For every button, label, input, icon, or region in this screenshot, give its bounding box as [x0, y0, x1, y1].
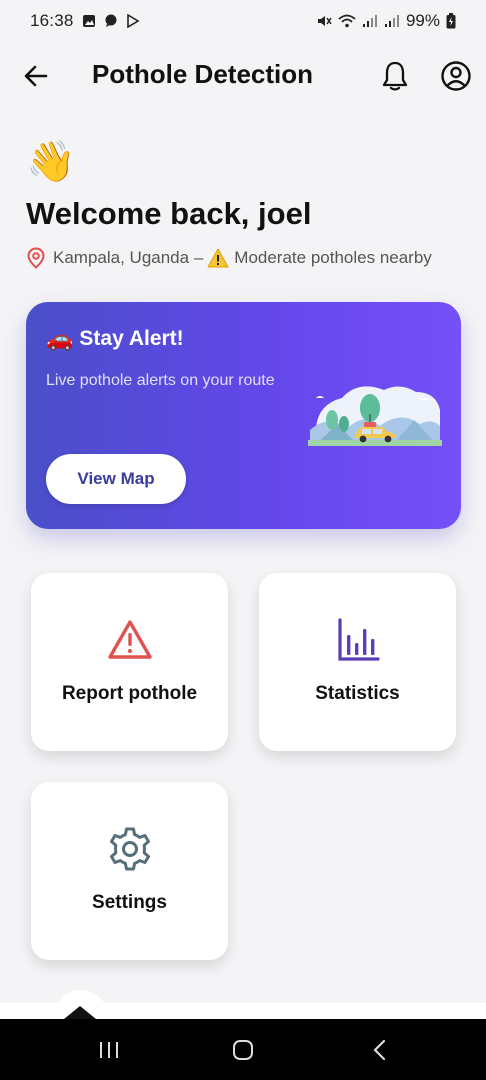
play-store-icon: [126, 14, 140, 28]
battery-icon: [446, 13, 456, 29]
back-arrow-icon[interactable]: [22, 62, 50, 90]
warning-icon: [107, 620, 152, 659]
settings-label: Settings: [92, 892, 167, 913]
location-row: Kampala, Uganda – Moderate potholes near…: [26, 247, 432, 269]
chevron-up-icon[interactable]: [64, 1006, 96, 1019]
status-time: 16:38: [30, 11, 74, 30]
statistics-label: Statistics: [315, 683, 400, 704]
location-text: Kampala, Uganda –: [53, 248, 204, 267]
gallery-icon: [82, 15, 95, 27]
signal-icon-2: [384, 15, 399, 27]
app-bar: Pothole Detection: [0, 42, 486, 110]
chat-icon: [105, 14, 117, 27]
gear-icon: [109, 827, 150, 871]
notification-bell-icon[interactable]: [380, 60, 410, 92]
mute-icon: [317, 16, 332, 26]
banner-subtitle: Live pothole alerts on your route: [46, 372, 275, 389]
statistics-card[interactable]: Statistics: [259, 573, 456, 751]
view-map-button[interactable]: View Map: [46, 454, 186, 504]
status-bar: 16:38 99%: [0, 0, 486, 42]
signal-icon: [362, 15, 377, 27]
battery-percent: 99%: [405, 11, 440, 30]
account-icon[interactable]: [440, 60, 472, 92]
wifi-icon: [338, 14, 356, 28]
page-title: Pothole Detection: [92, 59, 314, 89]
banner-title-row: 🚗 Stay Alert!: [46, 326, 184, 352]
home-content: 👋 Welcome back, joel Kampala, Uganda – M…: [0, 110, 486, 1005]
pothole-alert-text: Moderate potholes nearby: [234, 248, 432, 267]
report-pothole-card[interactable]: Report pothole: [31, 573, 228, 751]
warning-emoji-icon: [207, 248, 229, 268]
welcome-heading: Welcome back, joel: [26, 196, 312, 231]
recent-apps-icon[interactable]: [96, 1037, 122, 1063]
settings-card[interactable]: Settings: [31, 782, 228, 960]
stay-alert-banner: 🚗 Stay Alert! Live pothole alerts on you…: [26, 302, 461, 529]
system-navigation-bar: [0, 1019, 486, 1080]
banner-title: Stay Alert!: [79, 327, 184, 350]
back-icon[interactable]: [368, 1037, 394, 1063]
bar-chart-icon: [337, 618, 380, 661]
location-pin-icon: [27, 247, 45, 269]
waving-hand-emoji: 👋: [26, 140, 76, 184]
report-pothole-label: Report pothole: [61, 683, 198, 704]
road-trip-illustration: [308, 386, 442, 446]
home-icon[interactable]: [230, 1037, 256, 1063]
car-emoji: 🚗: [46, 326, 74, 351]
